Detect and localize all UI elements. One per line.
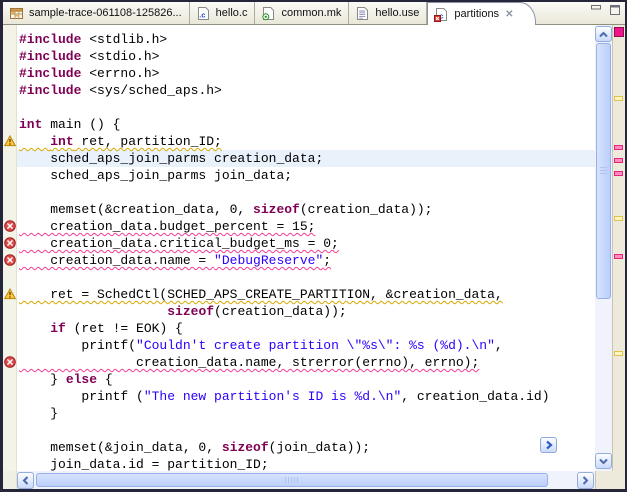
next-annotation-button[interactable] [540, 437, 557, 453]
code-line[interactable]: sizeof(creation_data)); [19, 303, 595, 320]
code-line[interactable]: #include <sys/sched_aps.h> [19, 82, 595, 99]
tab-label: common.mk [281, 7, 341, 19]
overview-error-marker[interactable] [614, 158, 623, 163]
code-line[interactable]: } [19, 405, 595, 422]
overview-error-marker[interactable] [614, 171, 623, 176]
horizontal-scrollbar[interactable] [17, 471, 595, 489]
tab-close-icon[interactable]: ✕ [505, 9, 513, 20]
scroll-right-button[interactable] [577, 472, 594, 489]
v-scroll-thumb[interactable] [596, 43, 611, 299]
code-line[interactable]: #include <stdlib.h> [19, 31, 595, 48]
scrollbar-corner [595, 471, 625, 489]
tab-hello-use[interactable]: hello.use [349, 2, 427, 24]
overview-ruler [612, 25, 625, 471]
code-line[interactable] [19, 422, 595, 439]
code-line[interactable] [19, 99, 595, 116]
overview-error-marker[interactable] [614, 145, 623, 150]
ide-editor-window: sample-trace-061108-125826... .c hello.c co… [0, 0, 627, 492]
code-line[interactable]: ret = SchedCtl(SCHED_APS_CREATE_PARTITIO… [19, 286, 595, 303]
marker-gutter [3, 25, 17, 471]
tab-label: hello.c [216, 7, 248, 19]
code-line[interactable]: creation_data.critical_budget_ms = 0; [19, 235, 595, 252]
makefile-icon [261, 6, 276, 21]
overview-warning-marker[interactable] [614, 351, 623, 356]
h-scroll-thumb[interactable] [36, 473, 548, 487]
view-window-buttons [589, 4, 622, 17]
c-file-error-icon: .c [434, 7, 449, 22]
code-line[interactable]: printf("Couldn't create partition \"%s\"… [19, 337, 595, 354]
svg-text:.c: .c [199, 10, 205, 19]
code-line[interactable]: creation_data.budget_percent = 15; [19, 218, 595, 235]
error-marker-icon[interactable] [4, 237, 16, 249]
code-line[interactable] [19, 184, 595, 201]
tab-partitions[interactable]: .c partitions ✕ [427, 2, 536, 25]
code-line[interactable]: join_data.id = partition_ID; [19, 456, 595, 471]
tab-label: sample-trace-061108-125826... [29, 7, 182, 19]
overview-error-indicator[interactable] [614, 27, 624, 37]
tab-sample-trace-061108-125826[interactable]: sample-trace-061108-125826... [3, 2, 190, 24]
trace-table-icon [9, 6, 24, 21]
thumb-grip [600, 167, 607, 175]
maximize-icon[interactable] [608, 4, 622, 17]
code-line[interactable]: } else { [19, 371, 595, 388]
code-line[interactable]: int ret, partition_ID; [19, 133, 595, 150]
editor-tab-bar: sample-trace-061108-125826... .c hello.c co… [3, 2, 625, 25]
tab-label: hello.use [375, 7, 419, 19]
code-line[interactable]: creation_data.name = "DebugReserve"; [19, 252, 595, 269]
code-line[interactable]: printf ("The new partition's ID is %d.\n… [19, 388, 595, 405]
overview-warning-marker[interactable] [614, 96, 623, 101]
error-marker-icon[interactable] [4, 356, 16, 368]
minimize-icon[interactable] [589, 4, 603, 17]
bottom-scroll-row [3, 471, 625, 489]
overview-warning-marker[interactable] [614, 216, 623, 221]
scroll-up-button[interactable] [595, 26, 612, 42]
code-line[interactable]: sched_aps_join_parms join_data; [19, 167, 595, 184]
code-line[interactable]: memset(&join_data, 0, sizeof(join_data))… [19, 439, 595, 456]
error-marker-icon[interactable] [4, 220, 16, 232]
editor-area: #include <stdlib.h>#include <stdio.h>#in… [3, 25, 625, 471]
code-line[interactable]: if (ret != EOK) { [19, 320, 595, 337]
tab-common-mk[interactable]: common.mk [255, 2, 349, 24]
tab-list: sample-trace-061108-125826... .c hello.c co… [3, 2, 536, 24]
warning-marker-icon[interactable] [4, 135, 16, 147]
thumb-grip [285, 477, 299, 483]
code-line[interactable]: memset(&creation_data, 0, sizeof(creatio… [19, 201, 595, 218]
vertical-scrollbar[interactable] [595, 25, 612, 471]
code-area[interactable]: #include <stdlib.h>#include <stdio.h>#in… [17, 25, 595, 471]
warning-marker-icon[interactable] [4, 288, 16, 300]
tab-hello-c[interactable]: .c hello.c [190, 2, 256, 24]
code-line[interactable]: #include <stdio.h> [19, 48, 595, 65]
scroll-left-button[interactable] [17, 472, 34, 489]
overview-error-marker[interactable] [614, 254, 623, 259]
code-line[interactable]: sched_aps_join_parms creation_data; [17, 150, 595, 167]
c-file-icon: .c [196, 6, 211, 21]
code-line[interactable]: int main () { [19, 116, 595, 133]
tab-label: partitions [454, 8, 499, 20]
error-marker-icon[interactable] [4, 254, 16, 266]
code-line[interactable]: creation_data.name, strerror(errno), err… [19, 354, 595, 371]
text-file-icon [355, 6, 370, 21]
code-line[interactable]: #include <errno.h> [19, 65, 595, 82]
scroll-down-button[interactable] [595, 453, 612, 469]
code-line[interactable] [19, 269, 595, 286]
gutter-corner [3, 471, 17, 489]
